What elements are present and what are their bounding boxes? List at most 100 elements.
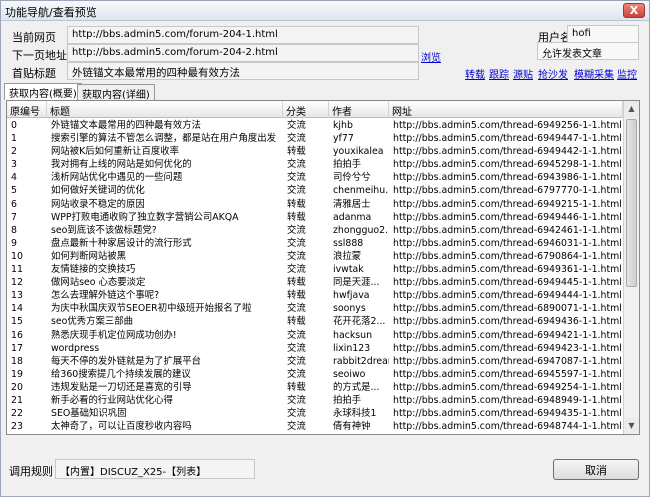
col-header-url[interactable]: 网址 bbox=[389, 101, 623, 118]
table-row[interactable]: 19 给360搜索提几个持续发展的建议 交流 seoiwo http://bbs.adm… bbox=[7, 368, 623, 381]
cell-url: http://bbs.admin5.com/thread-6949361-1-1… bbox=[393, 264, 621, 276]
table-row[interactable]: 15 seo优秀方案三部曲 转载 花开花落2... http://bbs.admin5.… bbox=[7, 315, 623, 328]
cell-category: 交流 bbox=[287, 224, 306, 236]
next-page-field[interactable]: http://bbs.admin5.com/forum-204-2.html bbox=[67, 44, 419, 62]
cell-category: 交流 bbox=[287, 237, 306, 249]
cell-category: 交流 bbox=[287, 172, 306, 184]
grid-header: 原编号 标题 分类 作者 网址 bbox=[7, 101, 623, 118]
vertical-scrollbar[interactable]: ▲ ▼ bbox=[623, 101, 639, 434]
close-button[interactable]: X bbox=[623, 3, 645, 18]
cell-author: 的方式是... bbox=[333, 381, 380, 393]
table-row[interactable]: 16 熟悉庆现手机定位网成功创办! 交流 hacksun http://bbs.admi… bbox=[7, 329, 623, 342]
table-row[interactable]: 17 wordpress 交流 lixin123 http://bbs.admin5.c… bbox=[7, 342, 623, 355]
cell-category: 交流 bbox=[287, 408, 306, 420]
table-row[interactable]: 11 友情链接的交换技巧 交流 ivwtak http://bbs.admin5.com… bbox=[7, 263, 623, 276]
cell-title: 新手必看的行业网站优化心得 bbox=[51, 394, 173, 406]
table-row[interactable]: 6 网站收录不稳定的原因 转载 清雅居士 http://bbs.admin5.com/t… bbox=[7, 198, 623, 211]
cell-id: 18 bbox=[11, 355, 23, 367]
action-source-post[interactable]: 源贴 bbox=[513, 66, 533, 81]
cell-id: 7 bbox=[11, 211, 17, 223]
cell-id: 16 bbox=[11, 329, 23, 341]
table-row[interactable]: 4 浅析网站优化中遇见的一些问题 交流 司伶兮兮 http://bbs.admin5.c… bbox=[7, 171, 623, 184]
table-row[interactable]: 12 做网站seo 心态要淡定 转载 同是天涯... http://bbs.admin5… bbox=[7, 276, 623, 289]
table-row[interactable]: 2 网站被K后如何重新让百度收率 转载 youxikalea http://bbs.ad… bbox=[7, 145, 623, 158]
cell-url: http://bbs.admin5.com/thread-6790864-1-1… bbox=[393, 250, 621, 262]
cell-id: 12 bbox=[11, 277, 23, 289]
scroll-down-icon[interactable]: ▼ bbox=[624, 418, 639, 434]
table-row[interactable]: 23 太神奇了，可以让百度秒收内容吗 交流 倩有神钟 http://bbs.admin5… bbox=[7, 420, 623, 433]
cell-author: youxikalea bbox=[333, 146, 384, 158]
window-title: 功能导航/查看预览 bbox=[5, 6, 97, 19]
table-row[interactable]: 7 WPP打败电通收购了独立数字营销公司AKQA 转载 adanma http://bb… bbox=[7, 211, 623, 224]
cell-id: 19 bbox=[11, 368, 23, 380]
cell-category: 交流 bbox=[287, 394, 306, 406]
table-row[interactable]: 3 我对拥有上线的网站是如何优化的 交流 拍拍手 http://bbs.admin5.c… bbox=[7, 158, 623, 171]
cell-category: 交流 bbox=[287, 133, 306, 145]
cell-title: 我对拥有上线的网站是如何优化的 bbox=[51, 159, 192, 171]
tab-summary[interactable]: 获取内容(概要) bbox=[4, 83, 82, 100]
col-header-title[interactable]: 标题 bbox=[47, 101, 283, 118]
browse-link[interactable]: 浏览 bbox=[421, 49, 441, 64]
scroll-up-icon[interactable]: ▲ bbox=[624, 101, 639, 117]
table-row[interactable]: 14 为庆中秋国庆双节SEOER初中级班开始报名了啦 交流 soonys http://… bbox=[7, 302, 623, 315]
table-row[interactable]: 13 怎么去理解外链这个事呢? 转载 hwfjava http://bbs.admin5… bbox=[7, 289, 623, 302]
table-row[interactable]: 22 SEO基础知识巩固 交流 永球科技1 http://bbs.admin5.com/… bbox=[7, 407, 623, 420]
table-row[interactable]: 8 seo到底该不该做标题党? 交流 zhongguo2... http://bbs.a… bbox=[7, 224, 623, 237]
col-header-author[interactable]: 作者 bbox=[329, 101, 389, 118]
cell-url: http://bbs.admin5.com/thread-6949421-1-1… bbox=[393, 329, 621, 341]
cell-id: 13 bbox=[11, 290, 23, 302]
action-monitor[interactable]: 监控 bbox=[617, 66, 637, 81]
cell-url: http://bbs.admin5.com/thread-6946031-1-1… bbox=[393, 237, 621, 249]
cell-author: soonys bbox=[333, 303, 366, 315]
table-row[interactable]: 0 外链锚文本最常用的四种最有效方法 交流 kjhb http://bbs.admin5… bbox=[7, 119, 623, 132]
cell-title: 违规发贴是一刀切还是喜宽的引导 bbox=[51, 381, 192, 393]
cell-category: 转载 bbox=[287, 381, 306, 393]
table-row[interactable]: 1 搜索引擎的算法不管怎么调整，都是站在用户角度出发 交流 yf77 http://bb… bbox=[7, 132, 623, 145]
preview-window: 功能导航/查看预览 X 当前网页 http://bbs.admin5.com/f… bbox=[0, 0, 650, 497]
cell-author: ssl888 bbox=[333, 237, 364, 249]
cell-title: SEO基础知识巩固 bbox=[51, 408, 127, 420]
title-bar[interactable]: 功能导航/查看预览 X bbox=[1, 1, 649, 21]
table-row[interactable]: 10 如何判断网站被黑 交流 浪拉蒙 http://bbs.admin5.com/thr… bbox=[7, 250, 623, 263]
cell-author: 浪拉蒙 bbox=[333, 250, 362, 262]
table-row[interactable]: 5 如何做好关键词的优化 交流 chenmeihu... http://bbs.admi… bbox=[7, 184, 623, 197]
cell-title: 怎么去理解外链这个事呢? bbox=[51, 290, 160, 302]
first-post-title-label: 首贴标题 bbox=[12, 67, 56, 80]
cell-title: seo到底该不该做标题党? bbox=[51, 224, 157, 236]
tab-detail[interactable]: 获取内容(详细) bbox=[77, 84, 155, 101]
current-page-field[interactable]: http://bbs.admin5.com/forum-204-1.html bbox=[67, 26, 419, 44]
col-header-category[interactable]: 分类 bbox=[283, 101, 329, 118]
action-grab-sofa[interactable]: 抢沙发 bbox=[538, 66, 568, 81]
cell-title: WPP打败电通收购了独立数字营销公司AKQA bbox=[51, 211, 239, 223]
cancel-button[interactable]: 取消 bbox=[553, 459, 639, 480]
action-track[interactable]: 跟踪 bbox=[489, 66, 509, 81]
cell-title: 网站被K后如何重新让百度收率 bbox=[51, 146, 180, 158]
cell-author: 清雅居士 bbox=[333, 198, 371, 210]
cell-author: 永球科技1 bbox=[333, 408, 377, 420]
cell-category: 转载 bbox=[287, 146, 306, 158]
table-row[interactable]: 9 盘点最新十种家居设计的流行形式 交流 ssl888 http://bbs.admin… bbox=[7, 237, 623, 250]
cell-title: 如何做好关键词的优化 bbox=[51, 185, 145, 197]
cell-title: 太神奇了，可以让百度秒收内容吗 bbox=[51, 421, 192, 433]
cell-id: 6 bbox=[11, 198, 17, 210]
cell-category: 交流 bbox=[287, 342, 306, 354]
rule-field[interactable]: 【内置】DISCUZ_X25-【列表】 bbox=[55, 459, 255, 479]
cell-id: 2 bbox=[11, 146, 17, 158]
cell-author: lixin123 bbox=[333, 342, 371, 354]
table-row[interactable]: 21 新手必看的行业网站优化心得 交流 拍拍手 http://bbs.admin5.co… bbox=[7, 394, 623, 407]
col-header-id[interactable]: 原编号 bbox=[7, 101, 47, 118]
cell-author: 拍拍手 bbox=[333, 159, 362, 171]
first-post-title-field[interactable]: 外链锚文本最常用的四种最有效方法 bbox=[67, 62, 419, 80]
cell-url: http://bbs.admin5.com/thread-6949435-1-1… bbox=[393, 408, 621, 420]
cell-category: 交流 bbox=[287, 120, 306, 131]
table-row[interactable]: 18 每天不停的发外链就是为了扩展平台 交流 rabbit2dream http://b… bbox=[7, 355, 623, 368]
cell-category: 交流 bbox=[287, 264, 306, 276]
cell-id: 8 bbox=[11, 224, 17, 236]
action-fuzzy-collect[interactable]: 模糊采集 bbox=[574, 66, 614, 81]
scroll-thumb[interactable] bbox=[626, 119, 637, 287]
username-field[interactable]: hofi bbox=[567, 25, 639, 43]
results-grid[interactable]: 原编号 标题 分类 作者 网址 0 外链锚文本最常用的四种最有效方法 交流 kjhb h… bbox=[6, 100, 640, 435]
table-row[interactable]: 20 违规发贴是一刀切还是喜宽的引导 转载 的方式是... http://bbs.adm… bbox=[7, 381, 623, 394]
cell-title: 网站收录不稳定的原因 bbox=[51, 198, 145, 210]
action-repost[interactable]: 转载 bbox=[465, 66, 485, 81]
